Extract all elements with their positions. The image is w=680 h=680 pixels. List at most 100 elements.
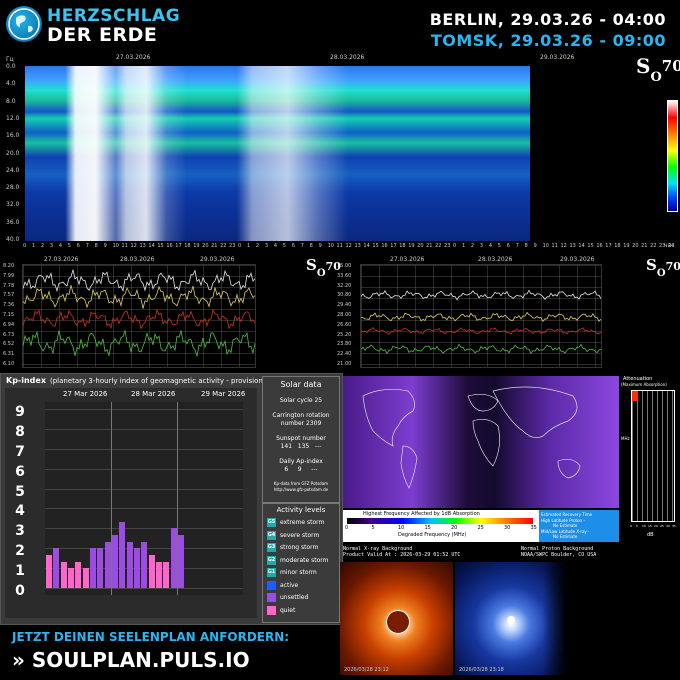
- spectro-x-tick: 20: [632, 243, 639, 249]
- left-plot-y-tick: 6.52: [3, 341, 15, 348]
- plot-trace: [23, 330, 255, 357]
- spectro-x-tick: 12: [130, 243, 137, 249]
- logo-text-line2: DER ERDE: [47, 24, 158, 46]
- spectro-x-tick: 3: [49, 243, 54, 249]
- kp-title: Kp-index: [6, 376, 46, 385]
- spectro-x-tick: 23: [444, 243, 451, 249]
- kp-gridline: [45, 488, 243, 490]
- soulplan-link[interactable]: » SOULPLAN.PULS.IO: [12, 648, 250, 672]
- activity-title: Activity levels: [276, 506, 326, 514]
- plot-trace: [23, 308, 255, 330]
- left-plot-y-tick: 7.36: [3, 302, 15, 309]
- kp-gridline: [45, 588, 243, 589]
- plot-trace: [361, 343, 601, 355]
- activity-level-swatch: G3: [267, 543, 276, 552]
- spectro-x-tick: 1: [246, 243, 251, 249]
- activity-level-label: active: [280, 581, 299, 589]
- drap-world-map: [343, 376, 619, 508]
- left-plot-date: 29.03.2026: [200, 256, 235, 263]
- spectro-x-tick: 7: [85, 243, 89, 249]
- spectro-x-tick: 2: [255, 243, 260, 249]
- kp-bar: [141, 541, 148, 588]
- right-plot-y-tick: 28.00: [337, 312, 352, 318]
- kp-gridline: [45, 508, 243, 510]
- spectro-y-tick: 4.0: [6, 80, 16, 88]
- spectro-x-tick: 7: [515, 243, 519, 249]
- spectro-x-tick: 21: [211, 243, 218, 249]
- spectro-y-unit: Гц: [6, 56, 14, 63]
- spectro-x-tick: 11: [336, 243, 343, 249]
- occulter-disk: [386, 610, 410, 634]
- left-plot-y-tick: 7.78: [3, 282, 15, 289]
- kp-chart: 9 8 7 6 5 4 3 2 1 0 27 Mar 2026 28 Mar 2026 29 Ma…: [5, 388, 257, 618]
- kp-gridline: [45, 528, 243, 530]
- right-frequency-plot: [360, 264, 602, 368]
- spectro-x-tick: 23: [659, 243, 666, 249]
- activity-level-label: strong storm: [280, 544, 319, 551]
- spectro-x-tick: 10: [327, 243, 334, 249]
- gfz-url[interactable]: http://www.gfz-potsdam.de: [263, 487, 339, 492]
- drap-legend-title: Highest Frequency Affected by 1dB Absorp…: [363, 511, 480, 517]
- spectro-x-tick: 6: [76, 243, 80, 249]
- kp-subtitle: (planetary 3-hourly index of geomagnetic…: [50, 377, 290, 385]
- attenuation-tick: 10: [642, 524, 646, 528]
- spectro-x-tick: 19: [623, 243, 630, 249]
- plot-trace: [361, 311, 601, 323]
- solar-data-panel: Solar data Solar cycle 25 Carrington rot…: [262, 376, 340, 503]
- solar-cycle: Solar cycle 25: [279, 397, 323, 404]
- drap-tick: 20: [451, 525, 458, 531]
- kp-bar: [89, 548, 96, 588]
- spectro-x-tick: 13: [569, 243, 576, 249]
- left-plot-y-tick: 6.31: [3, 351, 15, 358]
- spectro-y-tick: 24.0: [6, 166, 20, 174]
- spectro-x-tick: 18: [184, 243, 191, 249]
- activity-levels-panel: Activity levels G5 extreme storm G4 severe …: [262, 503, 340, 623]
- spectro-x-tick: 4: [58, 243, 63, 249]
- kp-plot-area: [45, 402, 243, 595]
- spectro-x-tick: 0: [453, 243, 457, 249]
- spectro-x-tick: 9: [103, 243, 107, 249]
- tomsk-timestamp: TOMSK, 29.03.26 - 09:00: [430, 31, 666, 50]
- proton-background-label: Normal Proton Background NOAA/SWPC Bould…: [521, 546, 597, 558]
- activity-level-label: moderate storm: [280, 556, 329, 564]
- drap-tick: 25: [477, 525, 484, 531]
- right-plot-y-tick: 25.20: [337, 331, 352, 338]
- kp-bar: [170, 528, 177, 588]
- spectro-x-tick: 19: [408, 243, 415, 249]
- spectro-x-tick: 4: [488, 243, 493, 249]
- spectro-x-tick: 23: [229, 243, 236, 249]
- drap-color-scale: [347, 518, 533, 524]
- attenuation-panel: Attenuation (Maximum Absorption) MHz 051…: [621, 376, 677, 541]
- xray-background-label: Normal X-ray Background Product Valid At…: [343, 546, 461, 558]
- kp-bar: [67, 568, 74, 588]
- spectro-x-tick: 3: [479, 243, 484, 249]
- kp-gridline: [45, 468, 243, 470]
- right-plot-y-tick: 21.00: [337, 361, 352, 367]
- kp-bar: [60, 561, 67, 588]
- kp-bar: [53, 548, 60, 588]
- spectro-x-tick: 3: [264, 243, 269, 249]
- gfz-source: Kp-data from GFZ Potsdam: [273, 481, 329, 486]
- spectro-y-tick: 0.0: [6, 63, 16, 70]
- left-plot-y-tick: 6.73: [3, 331, 15, 338]
- spectro-x-tick: 20: [417, 243, 424, 249]
- kp-level-label: 6: [15, 463, 25, 480]
- globe-logo-icon: [6, 6, 42, 42]
- spectro-x-tick: 14: [363, 243, 370, 249]
- kp-level-label: 4: [15, 503, 25, 520]
- spectro-y-tick: 36.0: [6, 218, 20, 226]
- kp-level-label: 8: [15, 423, 25, 440]
- spectro-x-tick: 12: [345, 243, 352, 249]
- kp-bar: [75, 561, 82, 588]
- left-plot-y-tick: 7.57: [3, 292, 15, 299]
- spectro-x-tick: 2: [470, 243, 475, 249]
- kp-bar: [148, 554, 155, 588]
- right-plot-y-tick: 32.20: [337, 282, 352, 289]
- attenuation-tick: 30: [666, 524, 670, 528]
- lasco-c2-image: 2026/03/28 23:12: [340, 562, 453, 675]
- right-plot-date: 27.03.2026: [390, 256, 425, 263]
- activity-level-label: extreme storm: [280, 519, 325, 526]
- kp-bar: [46, 554, 52, 588]
- kp-level-label: 5: [15, 483, 25, 500]
- ap-values: 6 9 ---: [284, 466, 318, 473]
